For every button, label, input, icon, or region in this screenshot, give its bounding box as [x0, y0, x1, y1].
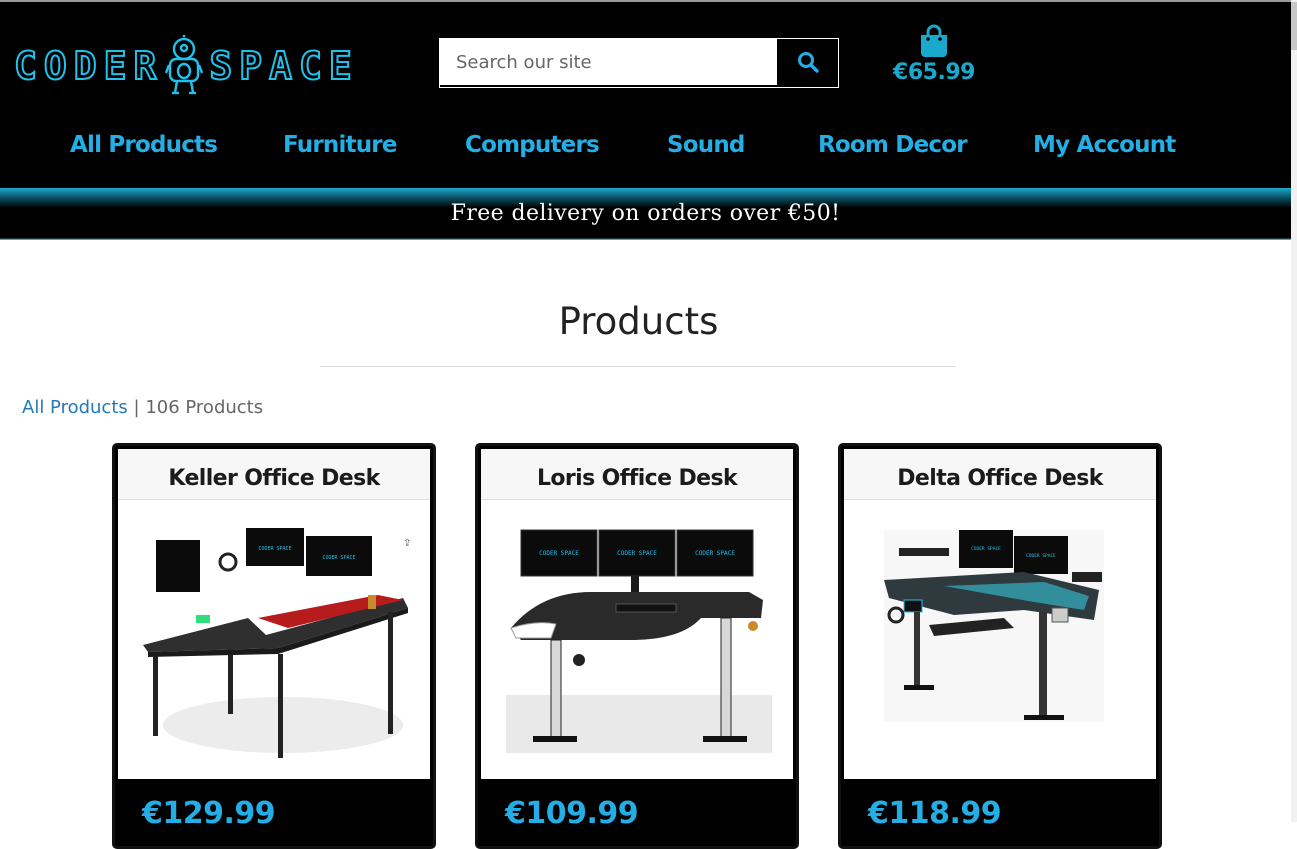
monitor-logo-text: CODER SPACE — [539, 550, 579, 557]
main-nav: All Products Furniture Computers Sound R… — [0, 132, 1291, 172]
site-header: CODER SPACE Search our site €65.99 All P… — [0, 2, 1291, 188]
search-form — [439, 38, 839, 88]
product-image-delta-desk[interactable]: CODER SPACE CODER SPACE — [844, 500, 1156, 779]
logo-text-left: CODER — [13, 43, 164, 89]
nav-furniture[interactable]: Furniture — [283, 132, 397, 158]
breadcrumb-all-products-link[interactable]: All Products — [22, 397, 128, 418]
product-price: €109.99 — [505, 796, 639, 831]
product-card-header: Keller Office Desk — [118, 449, 430, 500]
product-count: 106 Products — [145, 397, 264, 418]
product-card-delta[interactable]: Delta Office Desk CODER SPACE CODER SPAC… — [838, 443, 1162, 849]
gaming-desk-illustration: CODER SPACE CODER SPACE CODER SPACE — [506, 529, 772, 753]
page-scrollbar[interactable] — [1291, 0, 1297, 822]
nav-sound[interactable]: Sound — [667, 132, 745, 158]
title-divider — [320, 366, 956, 367]
l-shaped-desk-illustration: CODER SPACE CODER SPACE ⇪ — [143, 528, 411, 758]
product-name[interactable]: Keller Office Desk — [168, 466, 380, 491]
monitor-logo-text: CODER SPACE — [322, 555, 355, 561]
cart-total: €65.99 — [893, 60, 975, 85]
cockpit-desk-illustration: CODER SPACE CODER SPACE — [884, 530, 1104, 722]
product-card-header: Loris Office Desk — [481, 449, 793, 500]
product-card-header: Delta Office Desk — [844, 449, 1156, 500]
product-price: €129.99 — [142, 796, 276, 831]
scrollbar-thumb[interactable] — [1291, 2, 1297, 50]
page-title: Products — [558, 300, 719, 343]
product-name[interactable]: Loris Office Desk — [537, 466, 738, 491]
product-card-loris[interactable]: Loris Office Desk CODER SPACE CODER SPAC… — [475, 443, 799, 849]
breadcrumb: All Products | 106 Products — [22, 397, 263, 418]
monitor-logo-text: CODER SPACE — [695, 550, 735, 557]
share-icon: ⇪ — [403, 538, 411, 549]
monitor-logo-text: CODER SPACE — [617, 550, 657, 557]
search-icon — [797, 52, 819, 73]
cart-link[interactable]: €65.99 — [890, 24, 978, 85]
nav-my-account[interactable]: My Account — [1033, 132, 1176, 158]
logo-text-right: SPACE — [208, 43, 359, 89]
nav-room-decor[interactable]: Room Decor — [818, 132, 968, 158]
product-name[interactable]: Delta Office Desk — [897, 466, 1103, 491]
delivery-banner-text: Free delivery on orders over €50! — [450, 201, 841, 226]
monitor-logo-text: CODER SPACE — [971, 546, 1001, 552]
nav-computers[interactable]: Computers — [465, 132, 600, 158]
monitor-logo-text: CODER SPACE — [1026, 553, 1056, 559]
nav-all-products[interactable]: All Products — [70, 132, 218, 158]
product-card-keller[interactable]: Keller Office Desk CODER SPACE CODER SPA… — [112, 443, 436, 849]
delivery-banner: Free delivery on orders over €50! — [0, 188, 1291, 240]
product-price: €118.99 — [868, 796, 1002, 831]
robot-icon — [165, 35, 204, 95]
product-image-loris-desk[interactable]: CODER SPACE CODER SPACE CODER SPACE — [481, 500, 793, 779]
monitor-logo-text: CODER SPACE — [258, 546, 291, 552]
site-logo[interactable]: CODER SPACE — [13, 32, 359, 100]
search-input[interactable] — [440, 39, 777, 85]
breadcrumb-separator: | — [133, 397, 140, 418]
shopping-bag-icon — [921, 24, 947, 57]
search-button[interactable] — [777, 39, 838, 85]
product-image-keller-desk[interactable]: CODER SPACE CODER SPACE ⇪ — [118, 500, 430, 779]
